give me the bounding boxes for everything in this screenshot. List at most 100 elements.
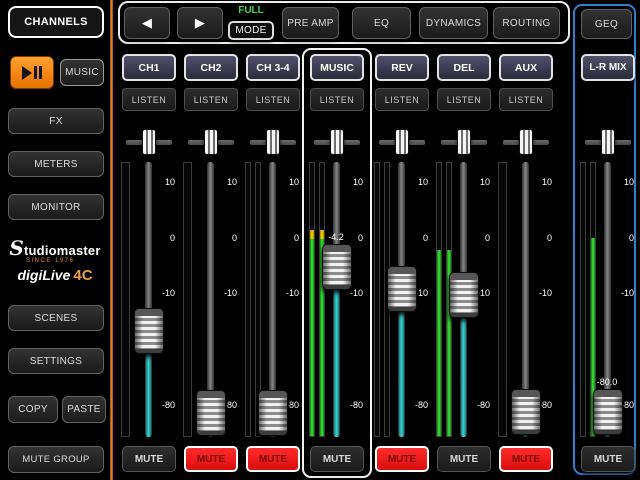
channels-button[interactable]: CHANNELS	[8, 6, 104, 38]
fader-value-label: -4.2	[312, 232, 360, 242]
pan-handle[interactable]	[330, 129, 344, 155]
fader-handle[interactable]	[593, 389, 623, 435]
geq-button[interactable]: GEQ	[581, 9, 632, 39]
meters-button[interactable]: METERS	[8, 151, 104, 177]
channel-strip-del: DEL LISTEN 10 0 -10 -80 MUTE	[433, 50, 495, 478]
scale-tick: 10	[336, 177, 363, 187]
listen-button[interactable]: LISTEN	[499, 88, 553, 111]
music-player-button[interactable]: MUSIC	[60, 59, 104, 86]
sidebar-divider	[110, 0, 113, 480]
channel-name-button[interactable]: DEL	[437, 54, 491, 81]
level-meter	[374, 162, 380, 437]
fader-handle[interactable]	[449, 272, 479, 318]
scale-tick: 10	[210, 177, 237, 187]
settings-button[interactable]: SETTINGS	[8, 348, 104, 374]
scale-tick: -80	[463, 400, 490, 410]
mute-button[interactable]: MUTE	[184, 446, 238, 472]
level-meter	[580, 162, 586, 437]
channel-name-button[interactable]: CH2	[184, 54, 238, 81]
listen-button[interactable]: LISTEN	[310, 88, 364, 111]
channel-name-button[interactable]: REV	[375, 54, 429, 81]
pan-handle[interactable]	[395, 129, 409, 155]
mute-group-button[interactable]: MUTE GROUP	[8, 446, 104, 473]
level-meter	[245, 162, 251, 437]
pre-amp-tab[interactable]: PRE AMP	[282, 7, 339, 39]
fader-handle[interactable]	[387, 266, 417, 312]
mute-button[interactable]: MUTE	[581, 446, 635, 472]
mute-button[interactable]: MUTE	[499, 446, 553, 472]
mute-button[interactable]: MUTE	[246, 446, 300, 472]
left-arrow-icon: ◀	[142, 15, 152, 31]
fader-handle[interactable]	[134, 308, 164, 354]
dynamics-tab[interactable]: DYNAMICS	[419, 7, 488, 39]
listen-button[interactable]: LISTEN	[437, 88, 491, 111]
pan-handle[interactable]	[204, 129, 218, 155]
pan-handle[interactable]	[142, 129, 156, 155]
channel-strip-aux: AUX LISTEN 10 0 -10 -80 MUTE	[495, 50, 557, 478]
scale-tick: -10	[210, 288, 237, 298]
sidebar: CHANNELS MUSIC FX METERS MONITOR Studiom…	[0, 0, 110, 480]
level-meter	[498, 162, 507, 437]
pan-handle[interactable]	[519, 129, 533, 155]
brand-name: Studiomaster	[0, 236, 110, 260]
prev-channels-button[interactable]: ◀	[124, 7, 170, 39]
fader-handle[interactable]	[258, 390, 288, 436]
level-meter	[436, 162, 442, 437]
product-logo: digiLive4C	[0, 267, 110, 284]
next-channels-button[interactable]: ▶	[177, 7, 223, 39]
scale-tick: -10	[525, 288, 552, 298]
pan-handle[interactable]	[601, 129, 615, 155]
level-meter	[121, 162, 130, 437]
pan-handle[interactable]	[457, 129, 471, 155]
routing-tab[interactable]: ROUTING	[493, 7, 560, 39]
digilive-mixer-screen: CHANNELS MUSIC FX METERS MONITOR Studiom…	[0, 0, 640, 480]
scale-tick: 0	[607, 233, 634, 243]
scale-tick: 10	[463, 177, 490, 187]
mute-button[interactable]: MUTE	[375, 446, 429, 472]
copy-button[interactable]: COPY	[8, 396, 58, 423]
listen-button[interactable]: LISTEN	[246, 88, 300, 111]
channel-name-button[interactable]: CH1	[122, 54, 176, 81]
fader-handle[interactable]	[322, 244, 352, 290]
channel-name-button[interactable]: MUSIC	[310, 54, 364, 81]
monitor-button[interactable]: MONITOR	[8, 194, 104, 220]
eq-tab[interactable]: EQ	[352, 7, 411, 39]
listen-button[interactable]: LISTEN	[122, 88, 176, 111]
mode-button[interactable]: MODE	[228, 21, 274, 40]
mute-button[interactable]: MUTE	[122, 446, 176, 472]
fader-handle[interactable]	[511, 389, 541, 435]
scale-tick: 10	[607, 177, 634, 187]
scenes-button[interactable]: SCENES	[8, 305, 104, 331]
scale-tick: 0	[148, 233, 175, 243]
product-model: 4C	[73, 267, 92, 284]
scale-tick: 10	[272, 177, 299, 187]
mode-state-label: FULL	[228, 5, 274, 16]
play-pause-icon	[22, 66, 42, 80]
pan-handle[interactable]	[266, 129, 280, 155]
listen-button[interactable]: LISTEN	[375, 88, 429, 111]
scale-tick: 0	[272, 233, 299, 243]
channel-strip-rev: REV LISTEN 10 0 -10 -80 MUTE	[371, 50, 433, 478]
listen-button[interactable]: LISTEN	[184, 88, 238, 111]
scale-tick: -10	[607, 288, 634, 298]
channel-strip-lr-mix: L-R MIX LISTEN 10 0 -10 -80 -80.0 MUTE	[577, 50, 639, 478]
level-meter	[319, 162, 325, 437]
scale-tick: -80	[148, 400, 175, 410]
right-arrow-icon: ▶	[195, 15, 205, 31]
channel-name-button[interactable]: L-R MIX	[581, 54, 635, 81]
scale-tick: -80	[336, 400, 363, 410]
fx-button[interactable]: FX	[8, 108, 104, 134]
channel-name-button[interactable]: AUX	[499, 54, 553, 81]
mute-button[interactable]: MUTE	[437, 446, 491, 472]
scale-tick: 10	[401, 177, 428, 187]
fader-handle[interactable]	[196, 390, 226, 436]
product-name: digiLive	[17, 267, 70, 283]
play-pause-button[interactable]	[10, 56, 54, 89]
channel-strip-ch1: CH1 LISTEN 10 0 -10 -80 MUTE	[118, 50, 180, 478]
paste-button[interactable]: PASTE	[62, 396, 106, 423]
level-meter	[309, 162, 315, 437]
mute-button[interactable]: MUTE	[310, 446, 364, 472]
channel-name-button[interactable]: CH 3-4	[246, 54, 300, 81]
meter-fill	[437, 250, 441, 436]
scale-tick: 0	[401, 233, 428, 243]
